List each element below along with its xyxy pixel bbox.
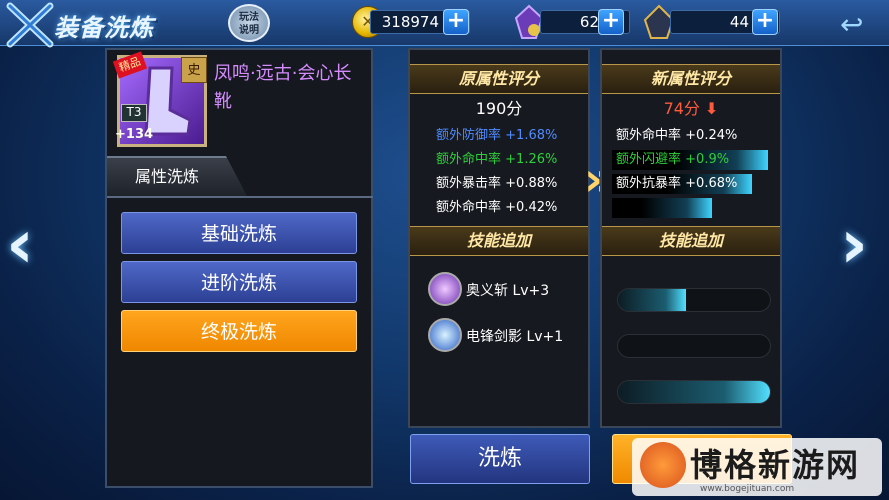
skill-name: 电锋剑影 Lv+1 [466, 329, 564, 345]
next-item-arrow-icon[interactable]: › [840, 205, 868, 284]
original-attributes-panel: 原属性评分 190分 额外防御率 +1.68% 额外命中率 +1.26% 额外暴… [408, 48, 590, 428]
watermark-url: www.bogejituan.com [700, 484, 795, 494]
stat-row: 额外命中率 +0.24% [616, 124, 780, 148]
stat-name: 额外暴击率 [436, 176, 502, 191]
basic-wash-button[interactable]: 基础洗炼 [121, 212, 357, 254]
new-skill-slot [617, 334, 771, 358]
tab-divider [107, 196, 373, 198]
new-skill-header: 技能追加 [602, 226, 780, 256]
stat-row: 额外防御率 +1.68% [436, 124, 588, 148]
stat-value: +0.9% [685, 152, 730, 167]
original-score-header: 原属性评分 [410, 64, 588, 94]
item-name: 凤鸣·远古·会心长靴 [214, 63, 352, 112]
stat-row [612, 196, 780, 220]
stat-name: 额外抗暴率 [616, 176, 682, 191]
add-dark-gem-button[interactable]: + [752, 9, 778, 35]
new-score-header: 新属性评分 [602, 64, 780, 94]
new-skill-slot [617, 380, 771, 404]
stat-row: 额外命中率 +1.26% [436, 148, 588, 172]
stat-name: 额外命中率 [436, 200, 502, 215]
stat-value: +1.68% [505, 128, 558, 143]
stat-row: 额外暴击率 +0.88% [436, 172, 588, 196]
new-attributes-panel: 新属性评分 74分 ⬇ 额外命中率 +0.24% 额外闪避率 +0.9% 额外抗… [600, 48, 782, 428]
score-down-arrow-icon: ⬇ [705, 99, 719, 118]
stat-value: +0.88% [505, 176, 558, 191]
original-score: 190分 [475, 99, 523, 118]
stat-value: +0.68% [685, 176, 738, 191]
stat-name: 额外命中率 [616, 128, 682, 143]
previous-item-arrow-icon[interactable]: ‹ [6, 205, 34, 284]
ultimate-wash-button[interactable]: 终极洗炼 [121, 310, 357, 352]
wash-button[interactable]: 洗炼 [410, 434, 590, 484]
back-arrow-icon[interactable]: ↩ [840, 8, 863, 41]
tier-label: T3 [121, 104, 147, 122]
stat-value: +1.26% [505, 152, 558, 167]
stat-name: 额外防御率 [436, 128, 502, 143]
help-button[interactable]: 玩法 说明 [228, 4, 270, 42]
flame-logo-icon [640, 442, 686, 488]
add-purple-gem-button[interactable]: + [598, 9, 624, 35]
stat-value: +0.42% [505, 200, 558, 215]
skill-name: 奥义斩 Lv+3 [466, 283, 550, 299]
stat-row: 额外闪避率 +0.9% [612, 148, 780, 172]
new-score-row: 74分 ⬇ [602, 94, 780, 124]
watermark-text: 博格新游网 [690, 446, 861, 484]
grade-badge: 史 [181, 57, 207, 83]
stat-name: 额外闪避率 [616, 152, 682, 167]
stat-highlight-bar [612, 198, 712, 218]
stat-row: 额外命中率 +0.42% [436, 196, 588, 220]
blue-lightning-skill-icon [428, 318, 462, 352]
page-title: 装备洗炼 [54, 14, 154, 42]
stat-value: +0.24% [685, 128, 738, 143]
new-skill-slot [617, 288, 771, 312]
tab-attribute-wash[interactable]: 属性洗炼 [107, 156, 247, 196]
crossed-swords-icon [6, 2, 54, 48]
add-gold-button[interactable]: + [443, 9, 469, 35]
original-skill-header: 技能追加 [410, 226, 588, 256]
purple-slash-skill-icon [428, 272, 462, 306]
new-score: 74分 [663, 99, 700, 118]
stat-row: 额外抗暴率 +0.68% [612, 172, 780, 196]
stat-name: 额外命中率 [436, 152, 502, 167]
advanced-wash-button[interactable]: 进阶洗炼 [121, 261, 357, 303]
enhance-level: +134 [115, 127, 154, 142]
